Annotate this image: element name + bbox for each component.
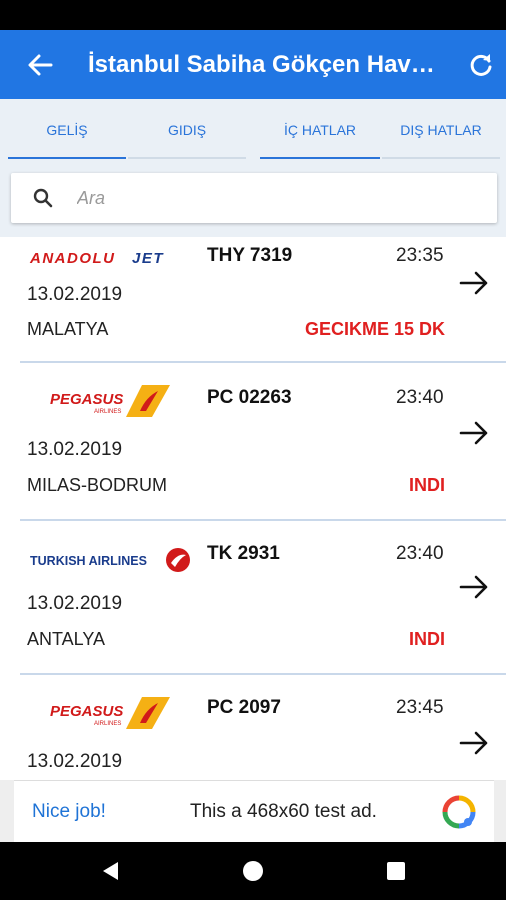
tab-ic-hatlar-label: İÇ HATLAR [283,122,357,138]
tab-dis-hatlar-label: DIŞ HATLAR [400,122,482,138]
ad-left-text: Nice job! [32,801,106,822]
svg-text:ANADOLU: ANADOLU [29,250,116,267]
tab-gelis[interactable]: GELİŞ [8,119,126,159]
page-title: İstanbul Sabiha Gökçen Havalimanı [88,51,448,78]
svg-text:PEGASUS: PEGASUS [50,391,123,408]
ad-side-left [0,780,14,842]
back-button[interactable] [24,50,56,80]
tab-gidis-indicator [128,157,246,159]
tab-area: GELİŞ GIDIŞ İÇ HATLAR DIŞ HATLAR [0,99,506,237]
navigation-bar [0,842,506,900]
flight-number: PC 2097 [207,697,281,718]
svg-text:AIRLINES: AIRLINES [94,409,121,415]
back-triangle-icon[interactable] [100,860,122,882]
pegasus-logo: PEGASUS AIRLINES [28,383,193,419]
arrow-right-icon[interactable] [458,267,490,299]
arrow-right-icon[interactable] [458,571,490,603]
tab-gidis[interactable]: GIDIŞ [128,119,246,159]
tab-dis-hatlar[interactable]: DIŞ HATLAR [382,119,500,159]
anadolujet-logo: ANADOLU JET [28,239,193,275]
svg-text:JET: JET [132,250,164,267]
ad-logo-icon [442,795,476,829]
flight-city: MILAS-BODRUM [27,475,168,495]
flight-number: THY 7319 [207,245,293,266]
svg-text:TURKISH AIRLINES: TURKISH AIRLINES [30,554,147,568]
flight-time: 23:40 [396,543,444,564]
svg-text:AIRLINES: AIRLINES [94,721,121,727]
flight-card[interactable]: PEGASUS AIRLINES PC 2097 23:45 13.02.201… [0,675,506,780]
flight-city: ANTALYA [27,629,106,649]
turkish-airlines-logo: TURKISH AIRLINES [28,541,193,577]
tab-gelis-indicator [8,157,126,159]
flight-number: PC 02263 [207,387,292,408]
flight-date: 13.02.2019 [27,751,123,772]
refresh-button[interactable] [464,48,498,82]
ad-banner[interactable]: Nice job! This a 468x60 test ad. [14,780,494,842]
flight-city: MALATYA [27,319,109,339]
tab-dis-hatlar-indicator [382,157,500,159]
recents-square-icon[interactable] [386,861,406,881]
arrow-right-icon[interactable] [458,727,490,759]
search-input[interactable] [77,185,477,211]
flight-time: 23:40 [396,387,444,408]
flight-card[interactable]: ANADOLU JET THY 7319 23:35 13.02.2019 MA… [0,237,506,363]
flight-date: 13.02.2019 [27,284,123,305]
flight-number: TK 2931 [207,543,280,564]
flight-card[interactable]: PEGASUS AIRLINES PC 02263 23:40 13.02.20… [0,363,506,521]
tab-gidis-label: GIDIŞ [167,122,207,138]
arrow-right-icon[interactable] [458,417,490,449]
svg-text:PEGASUS: PEGASUS [50,703,123,720]
arrow-left-icon [28,54,53,76]
flight-status: GECIKME 15 DK [304,319,445,339]
ad-side-right [494,780,506,842]
flight-time: 23:35 [396,245,444,266]
status-bar [0,0,506,30]
search-box [11,173,497,223]
flight-status: INDI [409,629,445,649]
tab-ic-hatlar-indicator [260,157,380,159]
flight-date: 13.02.2019 [27,439,123,460]
flight-card[interactable]: TURKISH AIRLINES TK 2931 23:40 13.02.201… [0,521,506,675]
home-circle-icon[interactable] [242,860,264,882]
app-bar: İstanbul Sabiha Gökçen Havalimanı [0,30,506,99]
search-icon [33,188,53,208]
tab-gelis-label: GELİŞ [46,122,88,138]
flight-time: 23:45 [396,697,444,718]
flight-list: ANADOLU JET THY 7319 23:35 13.02.2019 MA… [0,237,506,780]
pegasus-logo: PEGASUS AIRLINES [28,695,193,731]
ad-text: This a 468x60 test ad. [190,801,377,822]
flight-status: INDI [409,475,445,495]
flight-date: 13.02.2019 [27,593,123,614]
tab-ic-hatlar[interactable]: İÇ HATLAR [260,119,380,159]
refresh-icon [470,54,492,76]
